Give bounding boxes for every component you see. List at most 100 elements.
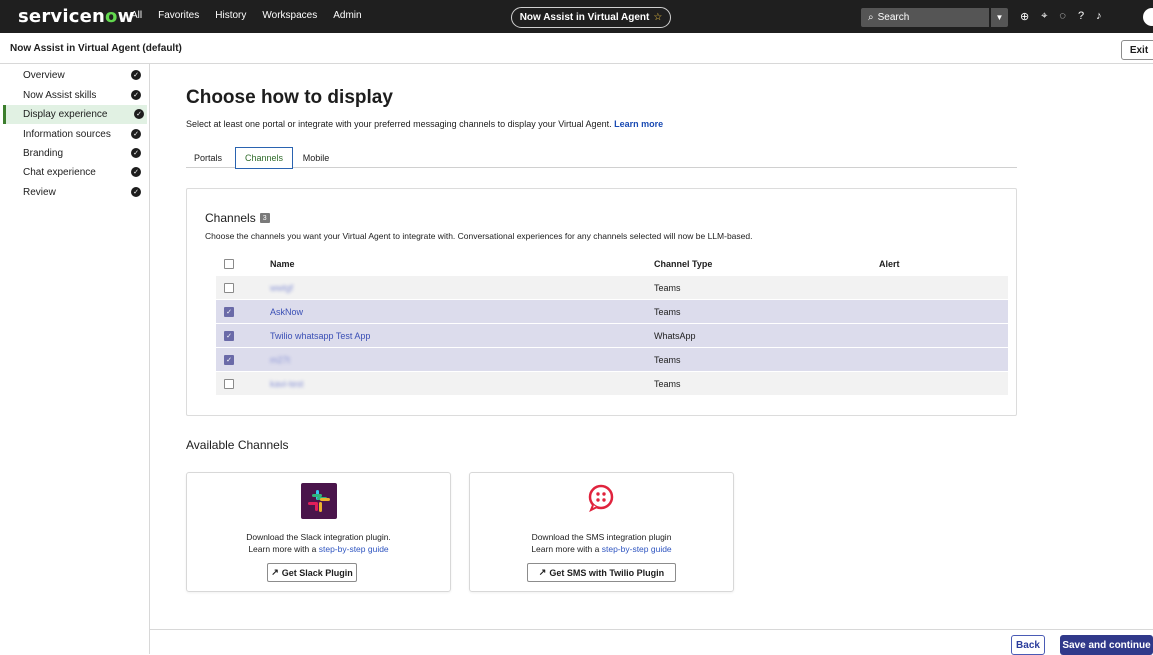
tab-portals[interactable]: Portals (186, 148, 230, 168)
nav-admin[interactable]: Admin (333, 10, 361, 21)
subtitle-text: Select at least one portal or integrate … (186, 119, 612, 129)
logo-text: servicen (18, 6, 105, 27)
global-search[interactable]: ⌕ Search (861, 8, 989, 27)
get-sms-twilio-plugin-button[interactable]: ↗ Get SMS with Twilio Plugin (527, 563, 676, 582)
tab-channels[interactable]: Channels (235, 147, 293, 169)
slack-line2-prefix: Learn more with a (248, 544, 319, 554)
row-checkbox[interactable]: ✓ (224, 330, 234, 341)
channel-name-link[interactable]: m27t (270, 355, 290, 365)
favorite-star-icon[interactable]: ☆ (653, 12, 662, 23)
sms-card-line2: Learn more with a step-by-step guide (470, 543, 733, 555)
channels-panel: Channels 3 Choose the channels you want … (186, 188, 1017, 416)
servicenow-logo[interactable]: servicenow (18, 6, 134, 27)
header-channel-type[interactable]: Channel Type (654, 259, 712, 269)
nav-workspaces[interactable]: Workspaces (262, 10, 317, 21)
sidebar-item-review[interactable]: Review ✓ (3, 183, 147, 202)
help-icon[interactable]: ? (1078, 10, 1084, 23)
header-alert[interactable]: Alert (879, 259, 900, 269)
page-subtitle: Select at least one portal or integrate … (186, 119, 663, 129)
channel-name-link[interactable]: Twilio whatsapp Test App (270, 331, 370, 341)
channel-type: Teams (654, 306, 681, 317)
channel-name-link[interactable]: AskNow (270, 307, 303, 317)
row-checkbox[interactable] (224, 282, 234, 293)
tab-mobile[interactable]: Mobile (297, 148, 335, 168)
logo-o: o (105, 6, 118, 27)
channel-name-link[interactable]: wwtgf (270, 283, 293, 293)
table-row[interactable]: ✓ Twilio whatsapp Test App WhatsApp (216, 323, 1008, 347)
channel-type: Teams (654, 378, 681, 389)
sidebar-item-overview[interactable]: Overview ✓ (3, 66, 147, 85)
sms-card-line1: Download the SMS integration plugin (531, 532, 672, 542)
channels-title: Channels 3 (205, 211, 270, 225)
search-scope-dropdown[interactable]: ▼ (990, 8, 1008, 27)
nav-favorites[interactable]: Favorites (158, 10, 199, 21)
sms-plugin-card: Download the SMS integration plugin Lear… (469, 472, 734, 592)
chat-icon[interactable]: ◌ (1059, 10, 1066, 23)
sms-icon (587, 484, 615, 513)
search-icon: ⌕ (868, 12, 874, 23)
table-row[interactable]: kavi-test Teams (216, 371, 1008, 395)
nav-history[interactable]: History (215, 10, 246, 21)
slack-icon (301, 483, 337, 519)
channels-table: Name Channel Type Alert wwtgf Teams ✓ As… (216, 253, 1008, 395)
sidebar-item-now-assist-skills[interactable]: Now Assist skills ✓ (3, 86, 147, 105)
sidebar-item-label: Display experience (23, 109, 108, 120)
row-checkbox[interactable]: ✓ (224, 306, 234, 317)
channel-name-link[interactable]: kavi-test (270, 379, 304, 389)
check-icon: ✓ (134, 109, 144, 119)
sidebar-item-label: Branding (23, 148, 64, 159)
sidebar-item-label: Overview (23, 70, 65, 81)
display-tabs: Portals Channels Mobile (186, 147, 1017, 169)
app-title-pill[interactable]: Now Assist in Virtual Agent ☆ (511, 7, 671, 28)
back-button[interactable]: Back (1011, 635, 1045, 655)
table-row[interactable]: ✓ m27t Teams (216, 347, 1008, 371)
check-icon: ✓ (131, 129, 141, 139)
channel-type: Teams (654, 354, 681, 365)
channel-type: Teams (654, 282, 681, 293)
page-title: Choose how to display (186, 87, 393, 108)
sms-guide-link[interactable]: step-by-step guide (602, 544, 672, 554)
check-icon: ✓ (131, 70, 141, 80)
check-icon: ✓ (131, 187, 141, 197)
exit-button[interactable]: Exit (1121, 40, 1153, 60)
table-header: Name Channel Type Alert (216, 253, 1008, 275)
top-navigation-bar: servicenow All Favorites History Workspa… (0, 0, 1153, 33)
external-link-icon: ↗ (271, 567, 279, 577)
slack-guide-link[interactable]: step-by-step guide (319, 544, 389, 554)
row-checkbox[interactable] (224, 378, 234, 389)
step-sidebar: Overview ✓ Now Assist skills ✓ Display e… (0, 64, 150, 654)
table-row[interactable]: wwtgf Teams (216, 275, 1008, 299)
sidebar-item-branding[interactable]: Branding ✓ (3, 144, 147, 163)
sidebar-item-chat-experience[interactable]: Chat experience ✓ (3, 163, 147, 182)
learn-more-link[interactable]: Learn more (614, 119, 663, 129)
slack-card-line2: Learn more with a step-by-step guide (187, 543, 450, 555)
app-title: Now Assist in Virtual Agent (519, 12, 650, 23)
top-utility-icons: ⊕ ⌖ ◌ ? ♪ (1020, 10, 1102, 23)
globe-icon[interactable]: ⊕ (1020, 10, 1029, 23)
get-slack-plugin-button[interactable]: ↗ Get Slack Plugin (267, 563, 357, 582)
sidebar-item-label: Now Assist skills (23, 90, 97, 101)
sidebar-item-label: Chat experience (23, 167, 96, 178)
select-all-checkbox[interactable] (224, 259, 234, 269)
sidebar-item-label: Review (23, 187, 56, 198)
channel-type: WhatsApp (654, 330, 696, 341)
slack-plugin-card: Download the Slack integration plugin. L… (186, 472, 451, 592)
save-and-continue-button[interactable]: Save and continue (1060, 635, 1153, 655)
row-checkbox[interactable]: ✓ (224, 354, 234, 365)
external-link-icon: ↗ (538, 567, 547, 577)
nav-all[interactable]: All (131, 10, 142, 21)
available-channels-title: Available Channels (186, 438, 289, 452)
header-name[interactable]: Name (270, 259, 295, 269)
sidebar-item-display-experience[interactable]: Display experience ✓ (3, 105, 147, 124)
sms-card-text: Download the SMS integration plugin Lear… (470, 531, 733, 555)
table-row[interactable]: ✓ AskNow Teams (216, 299, 1008, 323)
avatar[interactable] (1143, 8, 1153, 26)
pin-icon[interactable]: ⌖ (1041, 10, 1047, 23)
bell-icon[interactable]: ♪ (1096, 10, 1102, 23)
channels-description: Choose the channels you want your Virtua… (205, 231, 753, 241)
sidebar-item-label: Information sources (23, 129, 111, 140)
check-icon: ✓ (131, 148, 141, 158)
get-sms-plugin-label: Get SMS with Twilio Plugin (549, 567, 665, 578)
sidebar-item-information-sources[interactable]: Information sources ✓ (3, 125, 147, 144)
main-nav: All Favorites History Workspaces Admin (131, 10, 362, 21)
